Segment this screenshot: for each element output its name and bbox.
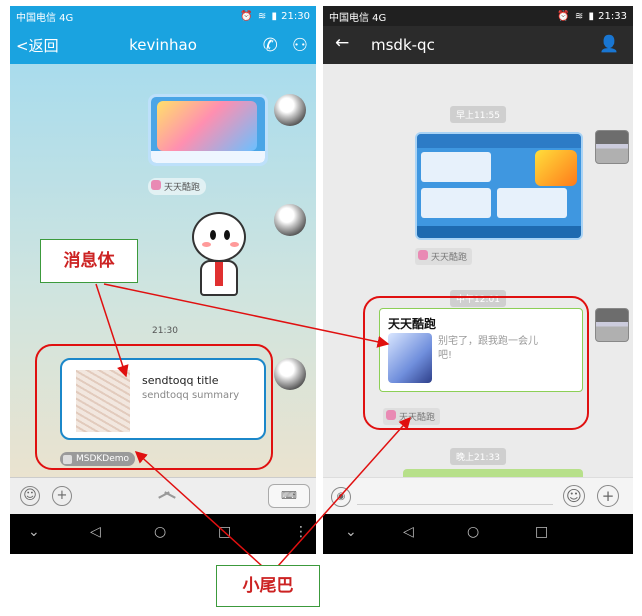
game-card-cell: [497, 188, 567, 218]
message-body-callout: 消息体: [40, 239, 138, 283]
android-nav-bar: ⌄ ◁ ○ □ ⋮: [10, 514, 316, 554]
status-icons: ⏰ ≋ ▮ 21:33: [557, 11, 627, 22]
sticker-eye: [224, 230, 230, 240]
game-invite-card[interactable]: [415, 132, 583, 240]
title-actions: ✆ ⚇: [263, 35, 308, 56]
avatar[interactable]: [274, 94, 306, 126]
share-message-card[interactable]: sendtoqq title sendtoqq summary: [60, 358, 266, 440]
clock: 21:30: [281, 10, 310, 22]
game-card-footer: [151, 151, 265, 163]
clock: 21:33: [598, 10, 627, 22]
avatar[interactable]: [595, 308, 629, 342]
sticker-message: [188, 212, 250, 302]
game-card-cell: [421, 188, 491, 218]
more-icon[interactable]: ⋮: [294, 524, 308, 540]
sticker-head: [192, 212, 246, 262]
chat-title: msdk-qc: [371, 36, 435, 54]
avatar[interactable]: [274, 358, 306, 390]
share-summary: 别宅了，跟我跑一会儿吧!: [438, 336, 538, 361]
game-card-art: [157, 101, 257, 151]
phone-icon[interactable]: ✆: [263, 35, 278, 56]
back-triangle-icon[interactable]: ◁: [403, 524, 414, 540]
plus-icon[interactable]: +: [597, 485, 619, 507]
app-tail-tag[interactable]: 天天酷跑: [415, 248, 473, 265]
share-thumbnail: [388, 333, 432, 383]
voice-icon[interactable]: ◉: [331, 487, 351, 507]
status-icons-glyphs: ⏰ ≋ ▮: [557, 10, 595, 22]
text-input-underline[interactable]: [357, 504, 553, 505]
chevron-down-icon[interactable]: ⌄: [28, 524, 40, 540]
chat-title-bar: <返回 kevinhao ✆ ⚇: [10, 26, 316, 64]
app-tail-tag[interactable]: MSDKDemo: [60, 452, 136, 466]
status-bar: 中国电信 4G ⏰ ≋ ▮ 21:33: [323, 6, 633, 26]
status-bar: 中国电信 4G ⏰ ≋ ▮ 21:30: [10, 6, 316, 26]
game-invite-card[interactable]: [148, 94, 268, 166]
person-icon[interactable]: ⚇: [292, 35, 308, 56]
recents-square-icon[interactable]: □: [218, 524, 231, 540]
avatar[interactable]: [595, 130, 629, 164]
game-card-header: [417, 134, 581, 148]
app-tail-tag[interactable]: 天天酷跑: [383, 408, 441, 425]
status-icons: ⏰ ≋ ▮ 21:30: [240, 11, 310, 22]
tail-callout: 小尾巴: [216, 565, 320, 607]
chevron-down-icon[interactable]: ⌄: [345, 524, 357, 540]
input-bar: ◉ ☺ +: [323, 477, 633, 514]
carrier-label: 中国电信 4G: [16, 12, 74, 24]
input-bar: ☺ + ⌨: [10, 477, 316, 514]
home-circle-icon[interactable]: ○: [154, 524, 166, 540]
chat-title-bar: ← msdk-qc 👤: [323, 26, 633, 64]
game-card-cell: [421, 152, 491, 182]
wechat-phone-screen: 中国电信 4G ⏰ ≋ ▮ 21:33 ← msdk-qc 👤 早上11:55 …: [323, 6, 633, 554]
timestamp: 21:30: [152, 326, 178, 336]
share-thumbnail: [76, 370, 130, 432]
share-summary: sendtoqq summary: [142, 390, 240, 401]
keyboard-icon[interactable]: ⌨: [268, 484, 310, 508]
status-icons-glyphs: ⏰ ≋ ▮: [240, 10, 278, 22]
next-message-preview: [403, 469, 583, 477]
plus-icon[interactable]: +: [52, 486, 72, 506]
share-title: 天天酷跑: [388, 317, 437, 331]
android-nav-bar: ⌄ ◁ ○ □: [323, 514, 633, 554]
app-tail-tag[interactable]: 天天酷跑: [148, 178, 207, 195]
smiley-icon[interactable]: ☺: [563, 485, 585, 507]
sticker-blush: [230, 242, 239, 247]
sticker-eye: [210, 230, 216, 240]
home-circle-icon[interactable]: ○: [467, 524, 479, 540]
game-card-footer: [417, 226, 581, 238]
chevron-up-icon[interactable]: [158, 494, 176, 496]
smiley-icon[interactable]: ☺: [20, 486, 40, 506]
recents-square-icon[interactable]: □: [535, 524, 548, 540]
share-message-card[interactable]: 天天酷跑 别宅了，跟我跑一会儿吧!: [379, 308, 583, 392]
arrow-left-icon[interactable]: ←: [335, 33, 349, 53]
game-logo: [535, 150, 577, 186]
sticker-blush: [202, 242, 211, 247]
sticker-tie: [215, 262, 223, 286]
comparison-screenshot: 中国电信 4G ⏰ ≋ ▮ 21:30 <返回 kevinhao ✆ ⚇ 天天酷…: [0, 0, 642, 616]
share-title: sendtoqq title: [142, 374, 219, 387]
carrier-label: 中国电信 4G: [329, 12, 387, 24]
time-divider: 晚上21:33: [450, 448, 506, 465]
avatar[interactable]: [274, 204, 306, 236]
back-triangle-icon[interactable]: ◁: [90, 524, 101, 540]
chat-area: 早上11:55 天天酷跑 中午12:01 天天酷跑 别宅了，跟我跑一会儿吧! 天…: [323, 64, 633, 477]
time-divider: 早上11:55: [450, 106, 506, 123]
person-icon[interactable]: 👤: [599, 34, 619, 53]
time-divider: 中午12:01: [450, 290, 506, 307]
